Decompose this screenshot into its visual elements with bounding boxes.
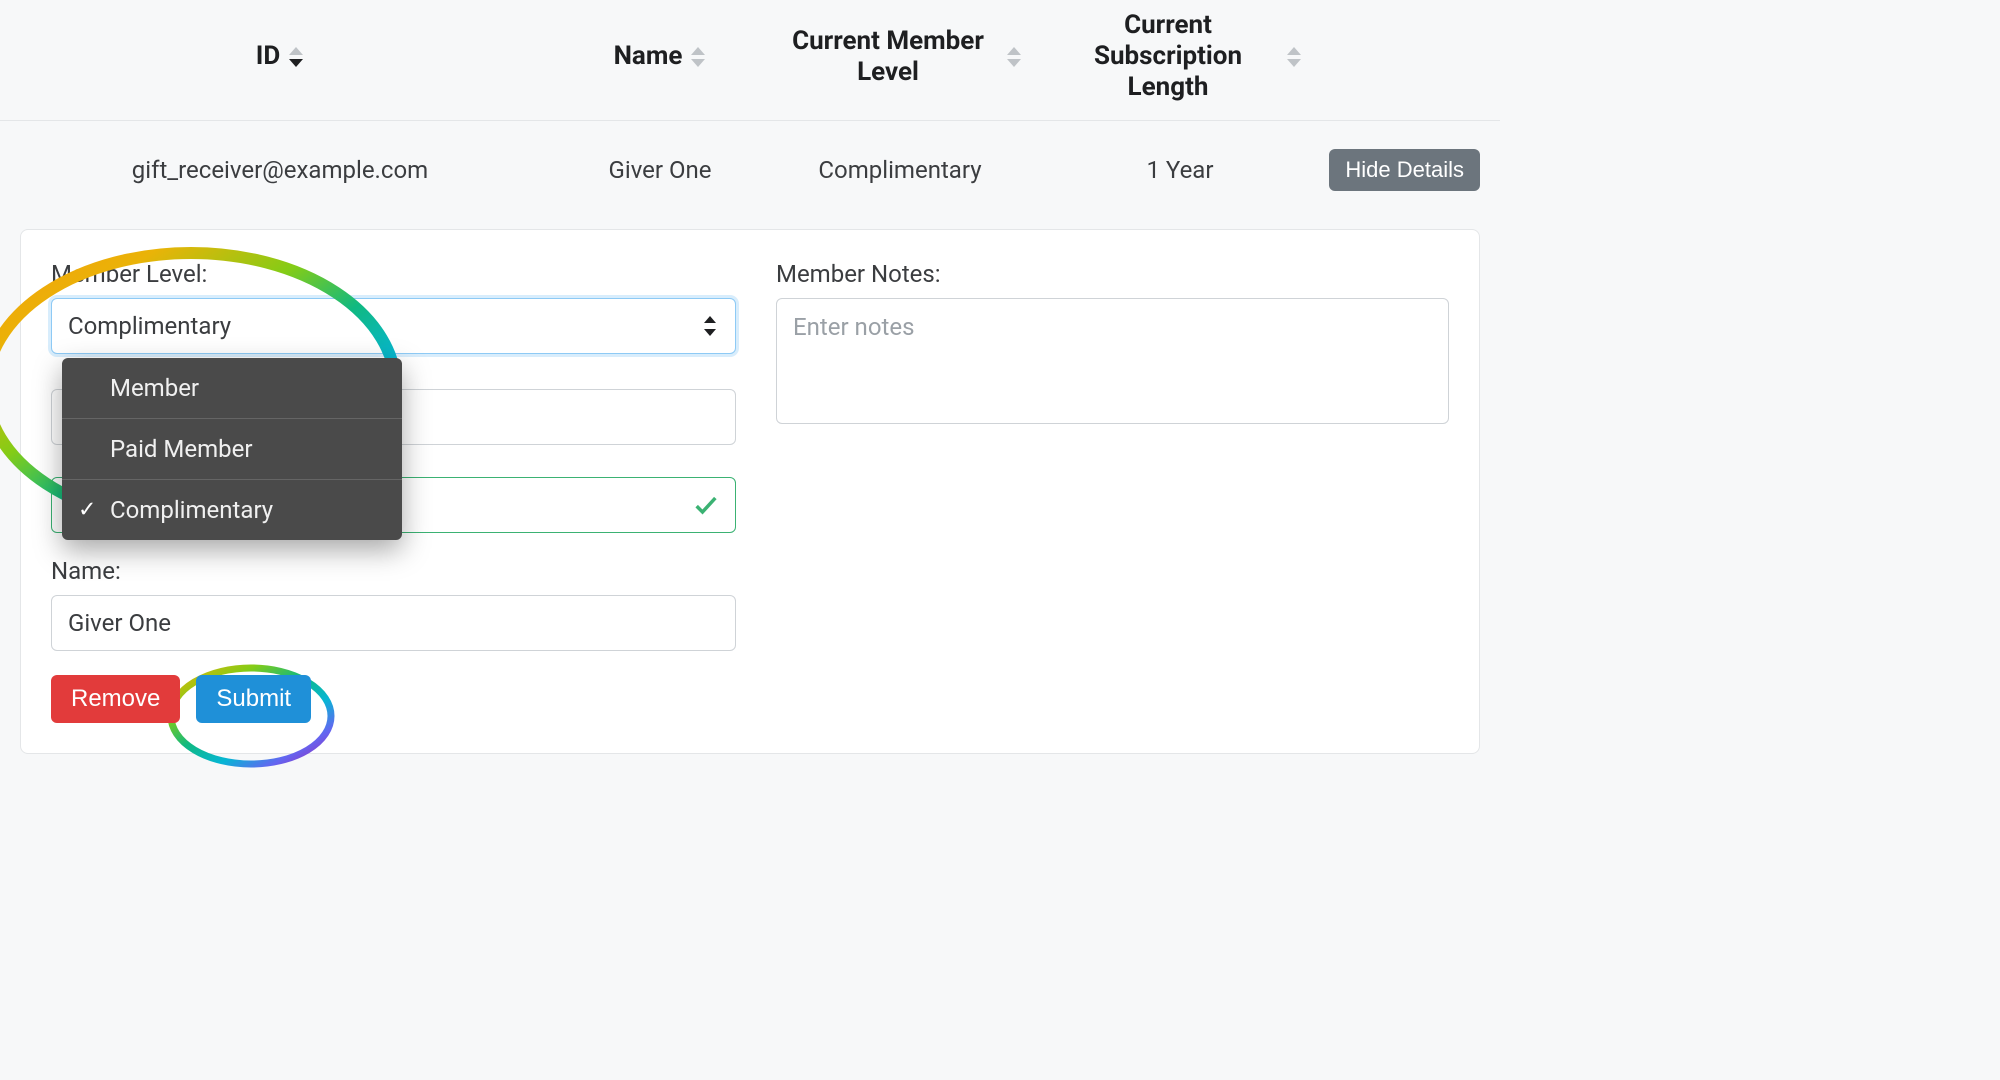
notes-group: Member Notes: (776, 260, 1449, 430)
hide-details-button[interactable]: Hide Details (1329, 149, 1480, 191)
dropdown-option-label: Paid Member (110, 435, 252, 463)
dropdown-option-complimentary[interactable]: ✓ Complimentary (62, 480, 402, 540)
submit-button[interactable]: Submit (196, 675, 311, 723)
member-level-group: Member Level: Complimentary Member Paid … (51, 260, 736, 354)
name-group: Name: (51, 557, 736, 651)
dropdown-option-member[interactable]: Member (62, 358, 402, 419)
member-level-value: Complimentary (68, 312, 231, 340)
cell-subscription: 1 Year (1040, 156, 1320, 184)
sort-icon[interactable] (1286, 45, 1302, 69)
member-level-dropdown: Member Paid Member ✓ Complimentary (62, 358, 402, 540)
name-input[interactable] (51, 595, 736, 651)
column-header-subscription[interactable]: Current Subscription Length (1058, 10, 1278, 104)
cell-level: Complimentary (760, 156, 1040, 184)
sort-icon[interactable] (690, 45, 706, 69)
check-icon (692, 491, 720, 519)
notes-label: Member Notes: (776, 260, 1449, 288)
cell-name: Giver One (560, 156, 760, 184)
table-row: gift_receiver@example.com Giver One Comp… (0, 121, 1500, 219)
sort-icon[interactable] (1006, 45, 1022, 69)
dropdown-option-label: Member (110, 374, 199, 402)
cell-id: gift_receiver@example.com (0, 156, 560, 184)
column-header-name[interactable]: Name (614, 41, 683, 72)
column-header-level[interactable]: Current Member Level (778, 26, 998, 88)
dropdown-option-paid-member[interactable]: Paid Member (62, 419, 402, 480)
button-row: Remove Submit (51, 675, 736, 723)
check-icon: ✓ (78, 497, 96, 522)
member-level-label: Member Level: (51, 260, 736, 288)
notes-textarea[interactable] (776, 298, 1449, 424)
column-header-id[interactable]: ID (256, 41, 281, 72)
chevron-updown-icon (703, 316, 717, 336)
details-panel: Member Level: Complimentary Member Paid … (20, 229, 1480, 754)
name-label: Name: (51, 557, 736, 585)
remove-button[interactable]: Remove (51, 675, 180, 723)
dropdown-option-label: Complimentary (110, 496, 273, 524)
table-header: ID Name Current Member Level Current Sub… (0, 0, 1500, 121)
sort-icon[interactable] (288, 45, 304, 69)
member-level-select[interactable]: Complimentary Member Paid Member ✓ Compl… (51, 298, 736, 354)
